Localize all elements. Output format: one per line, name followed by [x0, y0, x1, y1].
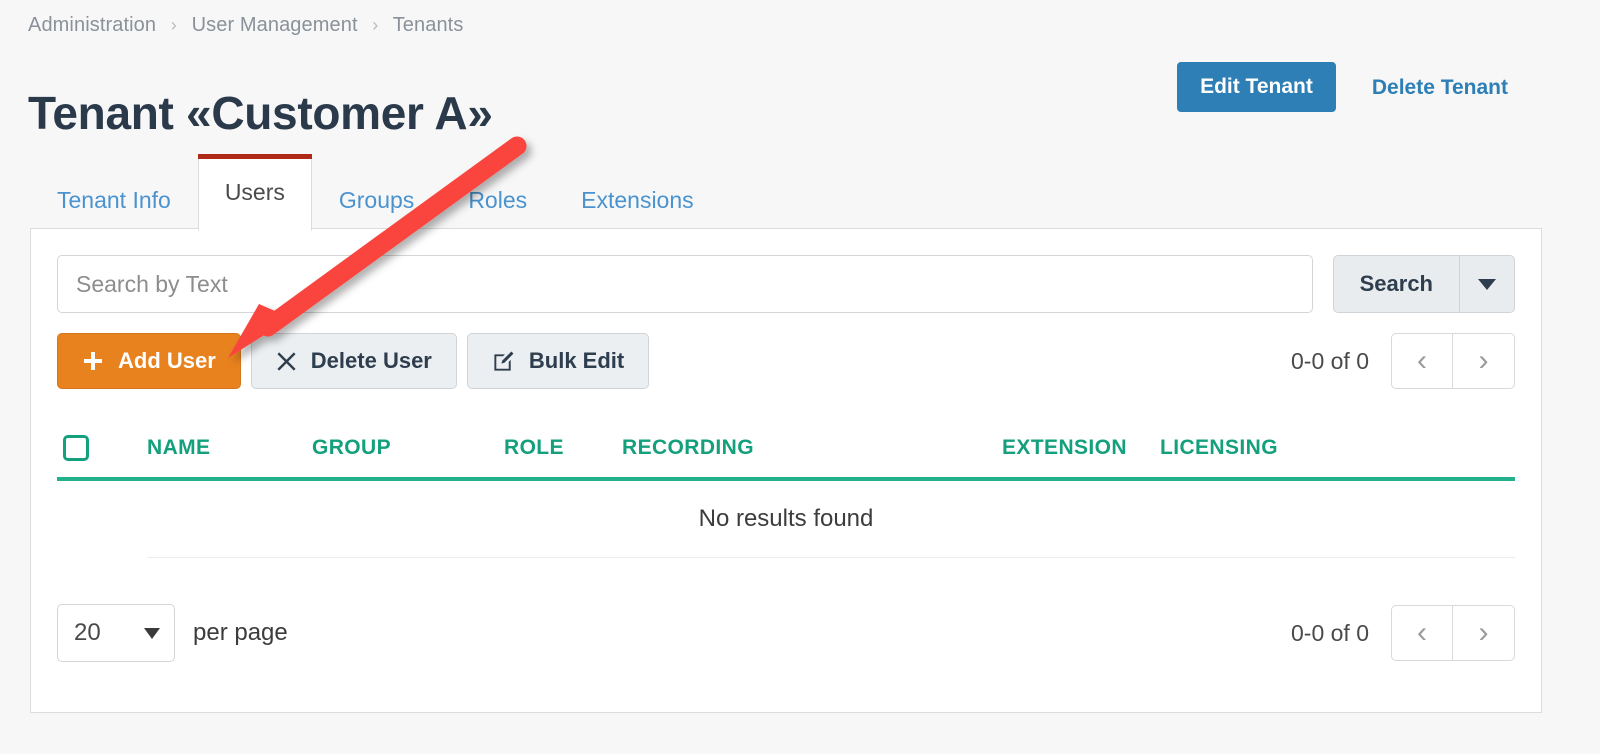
chevron-right-icon: ›	[1478, 344, 1489, 377]
select-all-cell	[57, 435, 147, 461]
chevron-right-icon: ›	[1478, 616, 1489, 649]
tab-tenant-info[interactable]: Tenant Info	[30, 169, 198, 231]
tab-bar: Tenant Info Users Groups Roles Extension…	[30, 152, 721, 231]
header-actions: Edit Tenant Delete Tenant	[1177, 62, 1524, 112]
delete-tenant-button[interactable]: Delete Tenant	[1356, 64, 1524, 111]
chevron-left-icon: ‹	[1417, 616, 1427, 649]
pagination-top-count: 0-0 of 0	[1291, 347, 1369, 374]
add-user-label: Add User	[118, 348, 216, 373]
users-table: NAME GROUP ROLE RECORDING EXTENSION LICE…	[57, 419, 1515, 558]
breadcrumb-separator-icon: ›	[170, 15, 177, 35]
table-header-row: NAME GROUP ROLE RECORDING EXTENSION LICE…	[57, 419, 1515, 481]
pagination-bottom-buttons: ‹ ›	[1391, 605, 1515, 661]
search-options-dropdown-button[interactable]	[1459, 255, 1515, 313]
bulk-edit-button[interactable]: Bulk Edit	[466, 333, 650, 389]
tab-groups[interactable]: Groups	[312, 169, 441, 231]
tab-users[interactable]: Users	[197, 154, 312, 231]
pagination-bottom-prev-button[interactable]: ‹	[1391, 605, 1453, 661]
tab-roles[interactable]: Roles	[441, 169, 554, 231]
page-title: Tenant «Customer A»	[28, 86, 493, 139]
pencil-square-icon	[492, 350, 515, 373]
caret-down-icon	[1478, 278, 1496, 290]
column-header-name[interactable]: NAME	[147, 436, 312, 460]
pagination-bottom: 0-0 of 0 ‹ ›	[1291, 605, 1515, 661]
pagination-bottom-next-button[interactable]: ›	[1453, 605, 1515, 661]
per-page-select[interactable]: 20	[57, 604, 175, 662]
pagination-bottom-count: 0-0 of 0	[1291, 619, 1369, 646]
users-panel: Search Add User Delete User	[30, 228, 1542, 713]
search-button-group: Search	[1332, 255, 1515, 313]
tab-extensions[interactable]: Extensions	[554, 169, 721, 231]
column-header-licensing[interactable]: LICENSING	[1160, 436, 1340, 460]
per-page-value: 20	[74, 619, 101, 646]
breadcrumb-separator-icon: ›	[372, 15, 379, 35]
pagination-top-buttons: ‹ ›	[1391, 333, 1515, 389]
chevron-down-icon	[144, 627, 160, 639]
column-header-group[interactable]: GROUP	[312, 436, 504, 460]
column-header-recording[interactable]: RECORDING	[622, 436, 1002, 460]
delete-user-label: Delete User	[310, 348, 432, 373]
pagination-top-next-button[interactable]: ›	[1453, 333, 1515, 389]
search-input[interactable]	[57, 255, 1313, 313]
column-header-extension[interactable]: EXTENSION	[1002, 436, 1160, 460]
add-user-button[interactable]: Add User	[57, 333, 241, 389]
delete-user-button[interactable]: Delete User	[250, 333, 457, 389]
search-row: Search	[57, 255, 1515, 313]
table-row-divider	[147, 557, 1515, 558]
bulk-edit-label: Bulk Edit	[528, 348, 625, 373]
empty-state-message: No results found	[698, 505, 874, 532]
table-footer: 20 per page 0-0 of 0 ‹ ›	[57, 604, 1515, 662]
plus-icon	[82, 350, 104, 372]
breadcrumb: Administration › User Management › Tenan…	[28, 14, 463, 37]
pagination-top-prev-button[interactable]: ‹	[1391, 333, 1453, 389]
search-button[interactable]: Search	[1332, 255, 1459, 313]
breadcrumb-item-tenants[interactable]: Tenants	[393, 14, 464, 36]
action-row: Add User Delete User Bulk Edit 0-0 of 0 …	[57, 333, 1515, 389]
breadcrumb-item-administration[interactable]: Administration	[28, 14, 156, 36]
checkbox-unchecked-icon[interactable]	[63, 435, 89, 461]
edit-tenant-button[interactable]: Edit Tenant	[1177, 62, 1336, 112]
times-icon	[276, 351, 297, 372]
chevron-left-icon: ‹	[1417, 344, 1427, 377]
per-page-label: per page	[193, 619, 288, 646]
breadcrumb-item-user-management[interactable]: User Management	[192, 14, 358, 36]
column-header-role[interactable]: ROLE	[504, 436, 622, 460]
pagination-top: 0-0 of 0 ‹ ›	[1291, 333, 1515, 389]
